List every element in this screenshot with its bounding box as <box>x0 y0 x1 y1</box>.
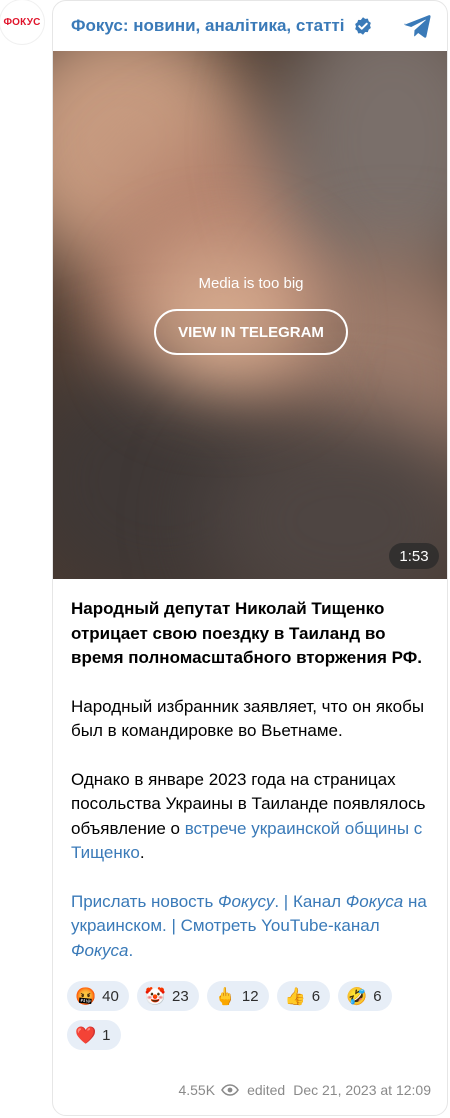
reaction-count: 40 <box>102 987 119 1005</box>
video-preview[interactable]: Media is too big VIEW IN TELEGRAM 1:53 <box>53 51 447 579</box>
footer-separator-2: . | <box>162 916 181 935</box>
channel-title[interactable]: Фокус: новини, аналітика, статті <box>71 16 345 36</box>
youtube-channel-link-text: Смотреть YouTube-канал <box>180 916 380 935</box>
footer-separator-1: . | <box>274 891 293 911</box>
ukrainian-channel-link-text: Канал <box>292 891 346 911</box>
rolling-laughing-icon: 🤣 <box>346 986 368 1006</box>
media-too-big-message: Media is too big <box>198 275 304 292</box>
reaction-count: 12 <box>241 987 259 1005</box>
reaction-count: 1 <box>102 1026 111 1044</box>
post-text: Народный депутат Николай Тищенко отрицае… <box>53 579 447 963</box>
post-timestamp[interactable]: Dec 21, 2023 at 12:09 <box>293 1082 431 1098</box>
reaction-clown[interactable]: 🤡 23 <box>136 981 199 1011</box>
edited-label: edited <box>247 1082 286 1098</box>
footer-end: . <box>128 940 134 960</box>
youtube-channel-link-em: Фокуса <box>71 940 129 960</box>
post-header: Фокус: новини, аналітика, статті <box>53 1 447 51</box>
post-meta: 4.55K edited Dec 21, 2023 at 12:09 <box>178 1082 431 1098</box>
reaction-angry[interactable]: 🤬 40 <box>67 981 129 1011</box>
reaction-middle-finger[interactable]: 🖕 12 <box>206 981 269 1011</box>
channel-avatar[interactable]: ФОКУС <box>0 0 44 44</box>
reaction-rofl[interactable]: 🤣 6 <box>338 981 392 1011</box>
post-lead: Народный депутат Николай Тищенко отрицае… <box>71 599 422 667</box>
view-count: 4.55K <box>178 1082 216 1098</box>
clown-face-icon: 🤡 <box>144 986 167 1006</box>
video-duration-badge: 1:53 <box>389 543 439 569</box>
avatar-logo-text: ФОКУС <box>3 16 41 28</box>
reaction-count: 6 <box>373 987 382 1005</box>
footer-links: Прислать новость Фокусу. | Канал Фокуса … <box>71 890 429 964</box>
middle-finger-icon: 🖕 <box>214 986 236 1006</box>
reactions-bar: 🤬 40 🤡 23 🖕 12 👍 6 🤣 6 ❤️ 1 <box>53 981 447 1050</box>
reaction-thumbs-up[interactable]: 👍 6 <box>276 981 331 1011</box>
view-in-telegram-button[interactable]: VIEW IN TELEGRAM <box>154 309 348 355</box>
paragraph-3-end: . <box>139 843 145 862</box>
heart-icon: ❤️ <box>75 1025 97 1045</box>
post-paragraph-2: Народный избранник заявляет, что он якоб… <box>71 696 425 741</box>
send-news-link[interactable]: Прислать новость Фокусу <box>71 892 274 911</box>
send-news-link-text: Прислать новость <box>71 891 219 911</box>
telegram-icon[interactable] <box>403 13 431 39</box>
eye-icon <box>221 1084 239 1096</box>
thumbs-up-icon: 👍 <box>284 986 306 1006</box>
reaction-heart[interactable]: ❤️ 1 <box>67 1020 121 1050</box>
send-news-link-em: Фокусу <box>218 891 275 911</box>
ukrainian-channel-link-em: Фокуса <box>345 891 404 911</box>
verified-badge-icon <box>354 17 371 35</box>
reaction-count: 6 <box>311 987 321 1005</box>
angry-face-icon: 🤬 <box>75 986 97 1006</box>
post-card: Фокус: новини, аналітика, статті Media i… <box>52 0 448 1116</box>
reaction-count: 23 <box>172 987 189 1005</box>
post-paragraph-3: Однако в январе 2023 года на страницах п… <box>71 768 429 866</box>
